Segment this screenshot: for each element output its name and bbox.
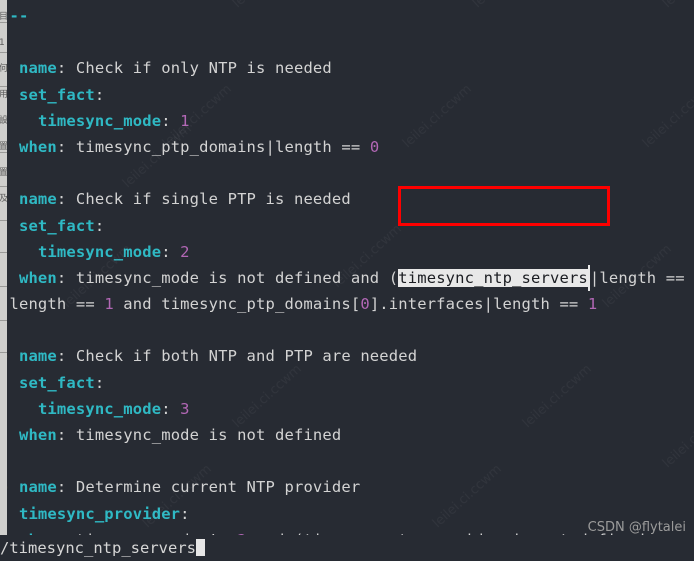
code-text: :	[161, 399, 181, 418]
code-line[interactable]	[0, 448, 694, 474]
code-text: :	[94, 216, 105, 235]
vim-command-line[interactable]: /timesync_ntp_servers	[0, 535, 694, 561]
code-text: Check if both NTP and PTP are needed	[75, 347, 418, 366]
code-line[interactable]: timesync_mode: 3	[0, 396, 694, 422]
code-text: :	[161, 111, 181, 130]
code-text: timesync_ptp_domains|length ==	[75, 137, 370, 156]
yaml-number: 3	[180, 399, 190, 418]
text-cursor	[195, 539, 205, 556]
search-input[interactable]: timesync_ntp_servers	[9, 539, 196, 557]
code-text: :	[56, 347, 76, 366]
yaml-number: 1	[180, 111, 190, 130]
code-line[interactable]	[0, 317, 694, 343]
code-text: timesync_mode is not defined	[75, 426, 342, 444]
yaml-key: name	[18, 478, 57, 497]
code-line[interactable]: set_fact:	[0, 370, 694, 396]
search-match-highlight[interactable]: timesync_ntp_servers	[398, 268, 588, 287]
code-text: |length ==	[0, 295, 105, 314]
yaml-number: 2	[180, 242, 190, 261]
code-line[interactable]	[0, 160, 694, 186]
csdn-watermark: CSDN @flytalei	[587, 520, 686, 535]
yaml-key: timesync_mode	[37, 399, 162, 418]
code-text: |length ==	[589, 268, 685, 287]
code-text: :	[56, 137, 76, 156]
code-line[interactable]: when: timesync_ptp_domains|length == 0	[0, 134, 694, 160]
code-line[interactable]	[0, 29, 694, 55]
code-text: :	[94, 373, 105, 392]
code-line[interactable]: timesync_mode: 1	[0, 108, 694, 134]
code-text: :	[161, 242, 181, 261]
code-text: Determine current NTP provider	[75, 478, 361, 497]
code-text: ].interfaces|length ==	[369, 295, 588, 314]
code-line[interactable]: when: timesync_mode is not defined and (…	[0, 264, 694, 292]
code-text: timesync_mode is not defined and (	[75, 268, 399, 287]
yaml-key: timesync_mode	[37, 111, 162, 130]
yaml-key: name	[18, 347, 57, 366]
code-text: and timesync_ptp_domains[	[113, 295, 361, 314]
code-text: :	[56, 478, 76, 497]
editor-buffer[interactable]: --- - name: Check if only NTP is needed s…	[0, 0, 694, 561]
search-prompt-icon: /	[0, 539, 10, 557]
code-text: Check if only NTP is needed	[75, 59, 332, 78]
code-text: :	[180, 504, 190, 523]
code-text: :	[56, 190, 76, 209]
left-edge-page-artifact: 目 1 何 用 設 置 置 及	[0, 0, 7, 561]
code-line[interactable]: - name: Determine current NTP provider	[0, 474, 694, 500]
yaml-key: set_fact	[18, 216, 95, 235]
terminal-window: 目 1 何 用 設 置 置 及 leilei.ci.ccwm leilei.ci…	[0, 0, 694, 561]
code-line[interactable]: ---	[0, 3, 694, 29]
yaml-key: name	[18, 190, 57, 209]
code-text: :	[94, 85, 105, 104]
code-text: Check if single PTP is needed	[75, 190, 351, 209]
code-line[interactable]: - name: Check if only NTP is needed	[0, 55, 694, 81]
yaml-number: 0	[360, 295, 370, 314]
yaml-key: timesync_mode	[37, 242, 162, 261]
code-line[interactable]: when: timesync_mode is not defined	[0, 422, 694, 448]
code-text: :	[56, 426, 76, 444]
code-line[interactable]: - name: Check if both NTP and PTP are ne…	[0, 343, 694, 369]
yaml-key: when	[18, 137, 57, 156]
yaml-key: set_fact	[18, 85, 95, 104]
code-line[interactable]: set_fact:	[0, 82, 694, 108]
yaml-key: timesync_provider	[18, 504, 181, 523]
yaml-key: when	[18, 426, 57, 444]
yaml-number: 0	[369, 137, 380, 156]
yaml-key: name	[18, 59, 57, 78]
left-edge-glyphs: 目 1 何 用 設 置 置 及	[0, 12, 7, 204]
code-line[interactable]: set_fact:	[0, 213, 694, 239]
code-line[interactable]: timesync_mode: 2	[0, 239, 694, 265]
code-text: :	[56, 59, 76, 78]
yaml-key: when	[18, 268, 57, 287]
code-line[interactable]: |length == 1 and timesync_ptp_domains[0]…	[0, 291, 694, 317]
yaml-number: 1	[587, 295, 598, 314]
code-text: :	[56, 268, 76, 287]
code-line[interactable]: - name: Check if single PTP is needed	[0, 186, 694, 212]
yaml-key: set_fact	[18, 373, 95, 392]
yaml-number: 1	[104, 295, 114, 314]
